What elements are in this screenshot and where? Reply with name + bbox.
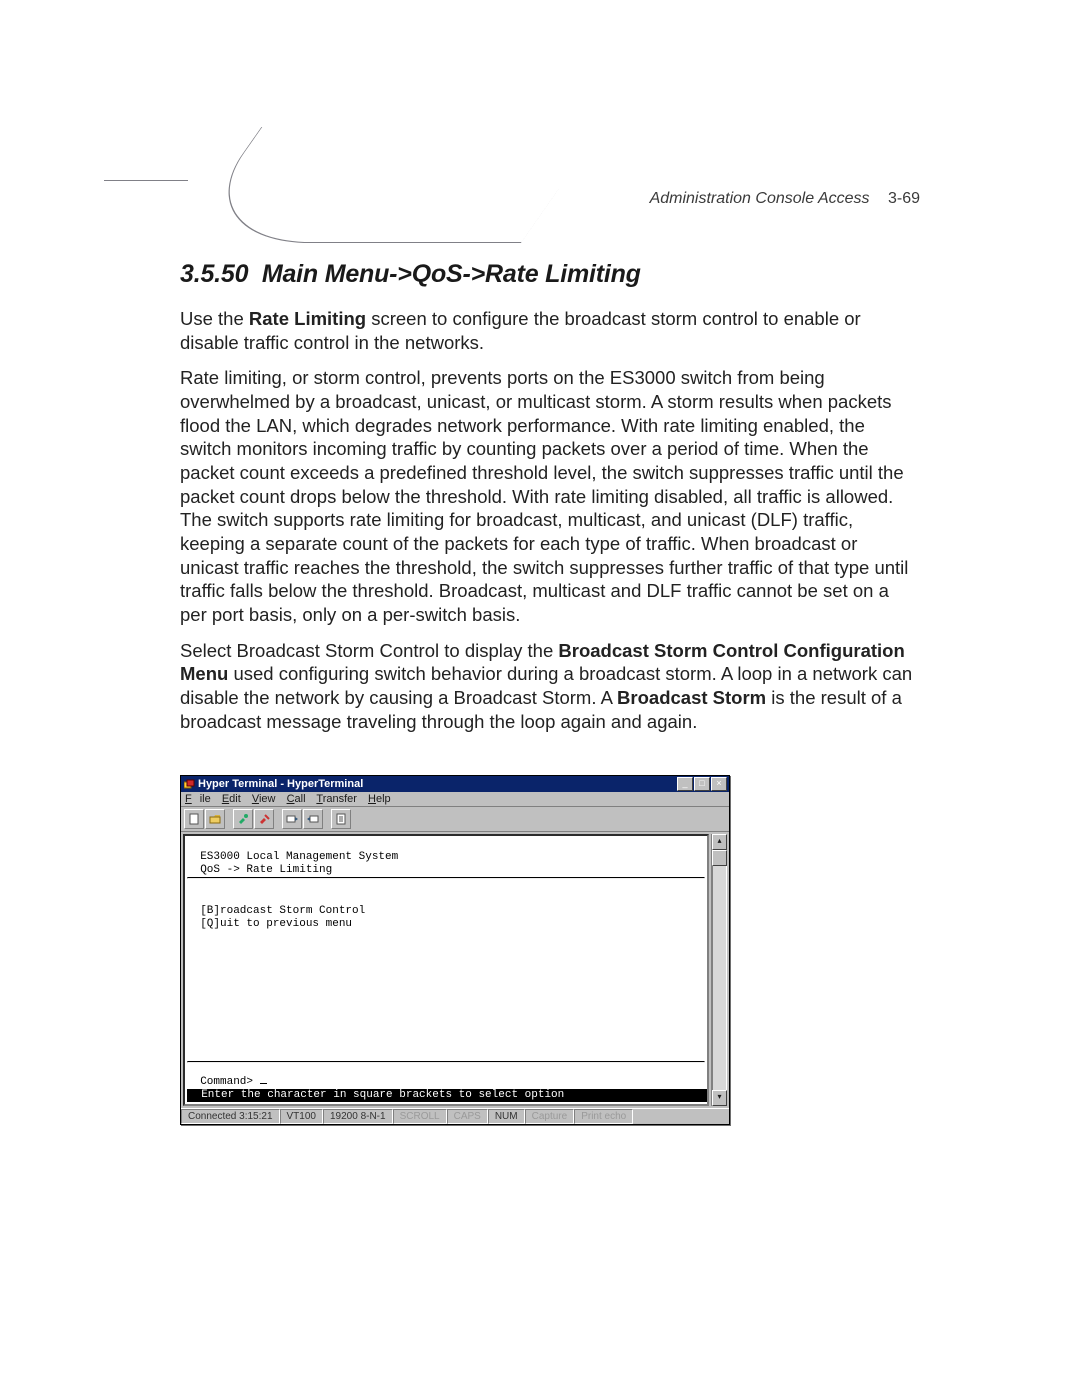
terminal-scrollbar[interactable]: ▴ ▾ bbox=[711, 834, 727, 1106]
running-header: Administration Console Access 3-69 bbox=[650, 190, 920, 208]
section-heading: 3.5.50 Main Menu->QoS->Rate Limiting bbox=[180, 260, 920, 289]
window-title: Hyper Terminal - HyperTerminal bbox=[198, 778, 677, 790]
toolbar-properties-icon[interactable] bbox=[331, 809, 351, 829]
status-emulation: VT100 bbox=[280, 1109, 323, 1124]
status-num: NUM bbox=[488, 1109, 525, 1124]
close-button[interactable]: × bbox=[711, 777, 727, 791]
header-curve bbox=[180, 127, 602, 243]
scroll-track[interactable] bbox=[712, 866, 727, 1090]
paragraph-1: Use the Rate Limiting screen to configur… bbox=[180, 307, 920, 354]
term-line-path: QoS -> Rate Limiting bbox=[200, 864, 332, 876]
scroll-up-icon[interactable]: ▴ bbox=[712, 834, 727, 850]
status-capture: Capture bbox=[525, 1109, 575, 1124]
menu-help[interactable]: Help bbox=[368, 793, 391, 805]
toolbar bbox=[181, 807, 729, 832]
toolbar-receive-icon[interactable] bbox=[303, 809, 323, 829]
menu-call[interactable]: Call bbox=[287, 793, 306, 805]
toolbar-new-icon[interactable] bbox=[184, 809, 204, 829]
term-line-title: ES3000 Local Management System bbox=[200, 851, 398, 863]
scroll-down-icon[interactable]: ▾ bbox=[712, 1090, 727, 1106]
menu-bar: File Edit View Call Transfer Help bbox=[181, 792, 729, 807]
paragraph-2: Rate limiting, or storm control, prevent… bbox=[180, 366, 920, 626]
status-bar: Connected 3:15:21 VT100 19200 8-N-1 SCRO… bbox=[181, 1108, 729, 1124]
p1-pre: Use the bbox=[180, 308, 249, 329]
hyperterminal-window: Hyper Terminal - HyperTerminal _ □ × Fil… bbox=[180, 775, 730, 1125]
menu-file[interactable]: File bbox=[185, 793, 211, 805]
scroll-thumb[interactable] bbox=[712, 850, 727, 866]
toolbar-send-icon[interactable] bbox=[282, 809, 302, 829]
app-icon bbox=[183, 778, 195, 790]
running-header-text: Administration Console Access bbox=[650, 190, 870, 207]
header-rule-left bbox=[104, 180, 188, 181]
term-option-quit: [Q]uit to previous menu bbox=[200, 918, 352, 930]
window-titlebar[interactable]: Hyper Terminal - HyperTerminal _ □ × bbox=[181, 776, 729, 792]
menu-view[interactable]: View bbox=[252, 793, 276, 805]
toolbar-disconnect-icon[interactable] bbox=[254, 809, 274, 829]
section-number: 3.5.50 bbox=[180, 260, 248, 288]
p3-b2: Broadcast Storm bbox=[617, 687, 766, 708]
toolbar-open-icon[interactable] bbox=[205, 809, 225, 829]
terminal-area[interactable]: ES3000 Local Management System QoS -> Ra… bbox=[183, 834, 709, 1106]
page-content: 3.5.50 Main Menu->QoS->Rate Limiting Use… bbox=[180, 260, 920, 1125]
term-prompt: Command> bbox=[200, 1076, 259, 1088]
maximize-button[interactable]: □ bbox=[694, 777, 710, 791]
status-caps: CAPS bbox=[447, 1109, 488, 1124]
page-number: 3-69 bbox=[888, 190, 920, 207]
toolbar-connect-icon[interactable] bbox=[233, 809, 253, 829]
p3-s1: Select Broadcast Storm Control to displa… bbox=[180, 640, 558, 661]
term-hint: Enter the character in square brackets t… bbox=[201, 1089, 564, 1101]
status-baud: 19200 8-N-1 bbox=[323, 1109, 393, 1124]
cursor-icon bbox=[260, 1083, 267, 1084]
minimize-button[interactable]: _ bbox=[677, 777, 693, 791]
status-scroll: SCROLL bbox=[393, 1109, 447, 1124]
status-echo: Print echo bbox=[574, 1109, 633, 1124]
terminal-text: ES3000 Local Management System QoS -> Ra… bbox=[187, 838, 705, 1102]
p1-bold: Rate Limiting bbox=[249, 308, 366, 329]
paragraph-3: Select Broadcast Storm Control to displa… bbox=[180, 639, 920, 734]
section-title: Main Menu->QoS->Rate Limiting bbox=[262, 260, 641, 288]
menu-transfer[interactable]: Transfer bbox=[316, 793, 357, 805]
status-connected: Connected 3:15:21 bbox=[181, 1109, 280, 1124]
term-option-broadcast: [B]roadcast Storm Control bbox=[200, 905, 365, 917]
menu-edit[interactable]: Edit bbox=[222, 793, 241, 805]
